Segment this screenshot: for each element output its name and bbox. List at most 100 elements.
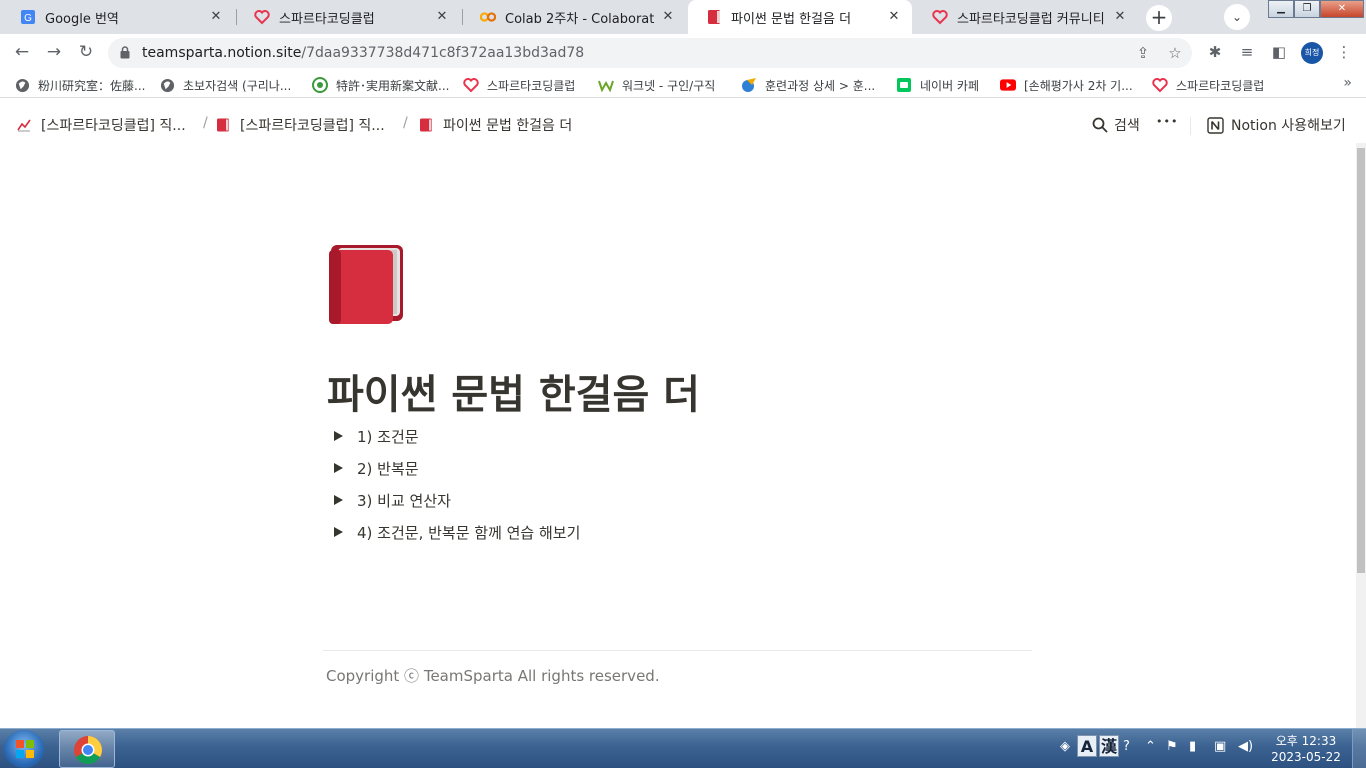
breadcrumb-separator: /	[203, 115, 208, 131]
bookmark-item[interactable]: 特許･実用新案文献...	[312, 75, 449, 95]
taskbar-chrome-button[interactable]	[59, 730, 115, 768]
chart-icon	[17, 118, 31, 132]
bookmark-item[interactable]: 스파르타코딩클럽	[463, 75, 575, 95]
tab-sparta[interactable]: 스파르타코딩클럽 ✕	[236, 0, 460, 34]
toggle-label: 2) 반복문	[357, 459, 419, 478]
bookmark-item[interactable]: [손해평가사 2차 기...	[1000, 75, 1133, 95]
toggle-arrow-icon[interactable]	[334, 495, 343, 505]
close-icon[interactable]: ✕	[434, 9, 450, 25]
bookmark-label: 스파르타코딩클럽	[487, 78, 576, 93]
toggle-block-comparison[interactable]: 3) 비교 연산자	[330, 487, 451, 513]
toggle-arrow-icon[interactable]	[334, 431, 343, 441]
toggle-arrow-icon[interactable]	[334, 527, 343, 537]
ime-mode: A	[1077, 735, 1097, 757]
reload-button[interactable]: ↻	[75, 41, 97, 63]
bookmark-item[interactable]: 초보자검색 (구리나...	[159, 75, 291, 95]
patent-icon	[312, 77, 328, 93]
close-icon[interactable]: ✕	[886, 9, 902, 25]
try-notion-button[interactable]: Notion 사용해보기	[1207, 115, 1346, 135]
sparta-heart-icon	[254, 9, 270, 25]
address-bar[interactable]: teamsparta.notion.site/7daa9337738d471c8…	[108, 38, 1192, 68]
toggle-block-practice[interactable]: 4) 조건문, 반복문 함께 연습 해보기	[330, 519, 580, 545]
bookmark-item[interactable]: 워크넷 - 구인/구직	[598, 75, 715, 95]
tab-title: 스파르타코딩클럽 커뮤니티 |	[957, 11, 1106, 27]
volume-icon[interactable]: ◀)	[1238, 739, 1253, 754]
media-control-icon[interactable]: ≡	[1238, 43, 1256, 61]
window-controls: ▁ ❐ ✕	[1268, 0, 1364, 19]
forward-button[interactable]: →	[43, 41, 65, 63]
breadcrumb-item[interactable]: [스파르타코딩클럽] 직...	[17, 115, 186, 135]
bookmark-item[interactable]: 훈련과정 상세 > 훈...	[741, 75, 875, 95]
close-icon[interactable]: ✕	[208, 9, 224, 25]
bookmark-item[interactable]: 粉川研究室：佐藤...	[14, 75, 145, 95]
tab-python-grammar[interactable]: 파이썬 문법 한걸음 더 ✕	[688, 0, 912, 34]
network-map-icon[interactable]: ◈	[1060, 739, 1070, 754]
close-icon[interactable]: ✕	[1112, 9, 1128, 25]
network-icon[interactable]: ▣	[1214, 739, 1226, 754]
tab-colab[interactable]: Colab 2주차 - Colaboratory ✕	[462, 0, 686, 34]
notion-logo-icon	[1207, 116, 1224, 134]
show-desktop-button[interactable]	[1352, 729, 1366, 768]
tab-title: 스파르타코딩클럽	[279, 11, 375, 27]
globe-icon	[159, 77, 175, 93]
url-path: /7daa9337738d471c8f372aa13bd3ad78	[301, 45, 585, 61]
restore-button[interactable]: ❐	[1294, 0, 1320, 18]
naver-cafe-icon	[896, 77, 912, 93]
share-icon[interactable]: ⇪	[1134, 44, 1152, 62]
breadcrumb-item[interactable]: 파이썬 문법 한걸음 더	[419, 115, 572, 135]
colab-icon	[480, 9, 496, 25]
help-icon[interactable]: ?	[1123, 739, 1130, 754]
browser-toolbar: ← → ↻ teamsparta.notion.site/7daa9337738…	[0, 34, 1366, 71]
ime-indicator[interactable]: A 漢	[1077, 735, 1121, 759]
toggle-block-conditionals[interactable]: 1) 조건문	[330, 423, 419, 449]
chrome-logo-icon	[74, 736, 102, 764]
bookmark-item[interactable]: 스파르타코딩클럽	[1152, 75, 1264, 95]
profile-avatar[interactable]: 희정	[1301, 42, 1323, 64]
worknet-icon	[598, 77, 614, 93]
minimize-button[interactable]: ▁	[1268, 0, 1294, 18]
google-translate-icon: G	[20, 9, 36, 25]
scrollbar-thumb[interactable]	[1357, 148, 1365, 573]
start-button[interactable]	[4, 730, 44, 768]
tab-title: 파이썬 문법 한걸음 더	[731, 11, 852, 27]
lock-icon[interactable]	[120, 46, 130, 59]
clock-time: 오후 12:33	[1275, 734, 1337, 748]
page-red-book-icon[interactable]	[327, 244, 405, 324]
bookmark-item[interactable]: 네이버 카페	[896, 75, 979, 95]
breadcrumb-label: 파이썬 문법 한걸음 더	[443, 118, 573, 134]
red-book-icon	[420, 118, 432, 132]
breadcrumb-label: [스파르타코딩클럽] 직...	[41, 118, 186, 134]
tab-title: Google 번역	[45, 11, 119, 27]
svg-text:G: G	[24, 13, 32, 24]
tab-search-button[interactable]: ⌄	[1224, 4, 1250, 30]
more-options-icon[interactable]: •••	[1156, 115, 1178, 128]
bookmark-label: 초보자검색 (구리나...	[183, 78, 292, 93]
extensions-icon[interactable]: ✱	[1206, 43, 1224, 61]
side-panel-icon[interactable]: ◧	[1270, 43, 1288, 61]
action-center-flag-icon[interactable]: ⚑	[1166, 739, 1178, 754]
url-text[interactable]: teamsparta.notion.site/7daa9337738d471c8…	[142, 45, 584, 61]
close-icon[interactable]: ✕	[660, 9, 676, 25]
back-button[interactable]: ←	[11, 41, 33, 63]
toggle-block-loops[interactable]: 2) 반복문	[330, 455, 419, 481]
bookmark-star-icon[interactable]: ☆	[1166, 44, 1184, 62]
toggle-label: 1) 조건문	[357, 427, 419, 446]
bookmark-label: 特許･実用新案文献...	[336, 78, 450, 93]
breadcrumb-item[interactable]: [스파르타코딩클럽] 직...	[216, 115, 385, 135]
window-close-button[interactable]: ✕	[1320, 0, 1364, 18]
toggle-arrow-icon[interactable]	[334, 463, 343, 473]
globe-icon	[14, 77, 30, 93]
system-clock[interactable]: 오후 12:33 2023-05-22	[1266, 733, 1346, 765]
search-icon	[1092, 117, 1108, 133]
chrome-menu-icon[interactable]: ⋮	[1335, 43, 1353, 61]
bookmarks-overflow-button[interactable]: »	[1343, 75, 1352, 91]
tab-google-translate[interactable]: G Google 번역 ✕	[2, 0, 234, 34]
new-tab-button[interactable]: +	[1146, 5, 1172, 31]
tab-sparta-community[interactable]: 스파르타코딩클럽 커뮤니티 | ✕	[914, 0, 1138, 34]
ime-hanja: 漢	[1099, 735, 1119, 757]
search-button[interactable]: 검색	[1092, 115, 1140, 135]
power-icon[interactable]: ▮	[1189, 739, 1196, 754]
tray-expand-icon[interactable]: ⌃	[1145, 739, 1156, 754]
page-scrollbar[interactable]	[1356, 143, 1366, 728]
red-book-icon	[217, 118, 229, 132]
